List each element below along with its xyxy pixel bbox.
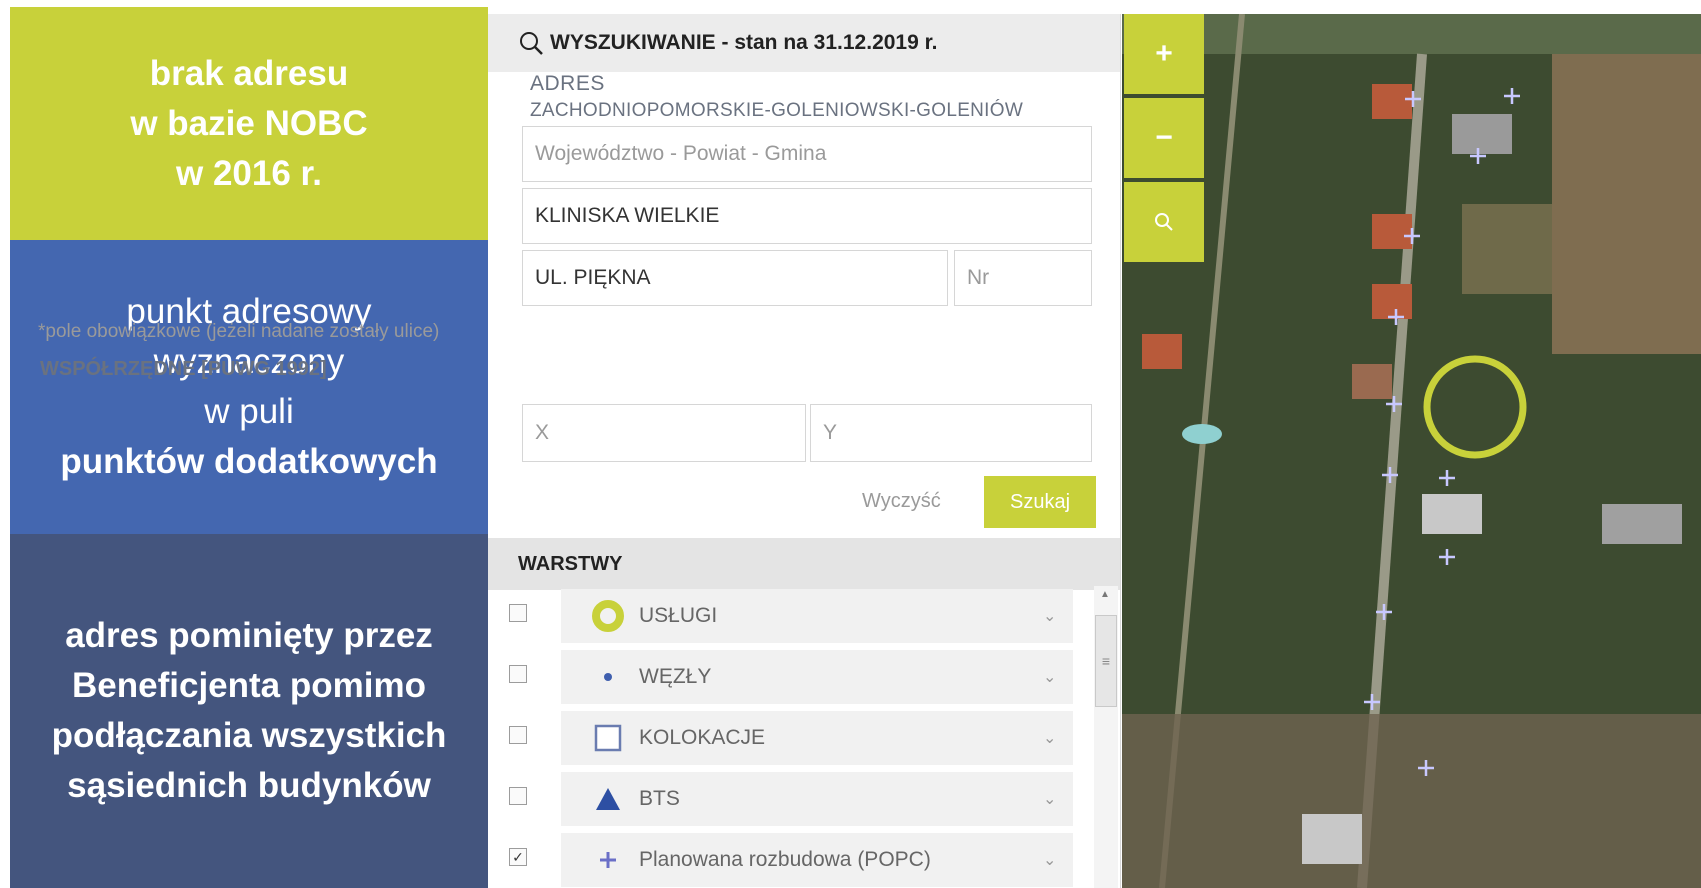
layer-item[interactable]: Planowana rozbudowa (POPC) ⌄: [561, 833, 1073, 887]
layer-checkbox[interactable]: [509, 604, 527, 622]
note-line: w bazie NOBC: [130, 103, 368, 143]
layer-row-services[interactable]: USŁUGI ⌄: [488, 586, 1078, 644]
square-outline-icon: [594, 724, 622, 752]
address-label: ADRES: [530, 72, 605, 95]
note-line: podłączania wszystkich: [51, 716, 447, 755]
zoom-out-button[interactable]: −: [1124, 98, 1204, 178]
layers-header: WARSTWY: [488, 538, 1120, 590]
layer-label: USŁUGI: [639, 604, 718, 627]
city-input[interactable]: [522, 188, 1092, 244]
x-coordinate-input[interactable]: [522, 404, 806, 462]
chevron-down-icon[interactable]: ⌄: [1043, 728, 1073, 748]
note-line-bold: punktów dodatkowych: [60, 442, 438, 481]
search-header: WYSZUKIWANIE - stan na 31.12.2019 r.: [488, 14, 1120, 72]
dot-icon: [604, 673, 612, 681]
note-line: w 2016 r.: [176, 153, 322, 193]
layer-checkbox[interactable]: [509, 787, 527, 805]
y-coordinate-input[interactable]: [810, 404, 1092, 462]
search-icon: [520, 32, 543, 55]
chevron-down-icon[interactable]: ⌄: [1043, 850, 1073, 870]
note-omitted-address: adres pominięty przez Beneficjenta pomim…: [10, 534, 488, 888]
triangle-icon: [596, 788, 620, 810]
planned-expansion-markers: [1364, 88, 1520, 776]
search-button[interactable]: Szukaj: [984, 476, 1096, 528]
layer-item[interactable]: KOLOKACJE ⌄: [561, 711, 1073, 765]
layer-label: BTS: [639, 787, 680, 810]
layer-label: WĘZŁY: [639, 665, 712, 688]
note-line: sąsiednich budynków: [67, 766, 431, 805]
search-title: WYSZUKIWANIE - stan na 31.12.2019 r.: [550, 31, 938, 54]
street-input[interactable]: [522, 250, 948, 306]
layer-row-bts[interactable]: BTS ⌄: [488, 769, 1078, 827]
layer-item[interactable]: USŁUGI ⌄: [561, 589, 1073, 643]
note-additional-point: punkt adresowy wyznaczony w puli punktów…: [10, 240, 488, 534]
chevron-down-icon[interactable]: ⌄: [1043, 606, 1073, 626]
highlight-circle: [1423, 355, 1527, 459]
layer-checkbox[interactable]: ✓: [509, 848, 527, 866]
layer-checkbox[interactable]: [509, 726, 527, 744]
number-input[interactable]: [954, 250, 1092, 306]
map-overlay: [1364, 88, 1527, 776]
required-hint: *pole obowiązkowe (jeżeli nadane zostały…: [38, 321, 440, 342]
scrollbar-thumb[interactable]: ≡: [1095, 615, 1117, 707]
layer-item[interactable]: WĘZŁY ⌄: [561, 650, 1073, 704]
coordinates-label: WSPÓŁRZĘDNE [PUWG 1992]: [40, 358, 327, 380]
layer-row-collocations[interactable]: KOLOKACJE ⌄: [488, 708, 1078, 766]
layer-checkbox[interactable]: [509, 665, 527, 683]
layer-label: KOLOKACJE: [639, 726, 766, 749]
scroll-up-icon[interactable]: ▲: [1100, 589, 1110, 600]
address-value: ZACHODNIOPOMORSKIE-GOLENIOWSKI-GOLENIÓW: [530, 100, 1024, 121]
note-line: Beneficjenta pomimo: [72, 666, 426, 705]
note-missing-address: brak adresu w bazie NOBC w 2016 r.: [10, 7, 488, 240]
zoom-in-button[interactable]: +: [1124, 14, 1204, 94]
layer-label: Planowana rozbudowa (POPC): [639, 848, 931, 871]
zoom-extent-button[interactable]: [1124, 182, 1204, 262]
plus-icon: [600, 852, 616, 868]
layer-row-nodes[interactable]: WĘZŁY ⌄: [488, 647, 1078, 705]
ring-icon: [592, 600, 624, 632]
clear-button[interactable]: Wyczyść: [862, 490, 941, 513]
region-input[interactable]: [522, 126, 1092, 182]
chevron-down-icon[interactable]: ⌄: [1043, 667, 1073, 687]
layer-item[interactable]: BTS ⌄: [561, 772, 1073, 826]
magnifier-icon: [1155, 213, 1173, 231]
chevron-down-icon[interactable]: ⌄: [1043, 789, 1073, 809]
note-line: w puli: [204, 392, 294, 431]
note-line: adres pominięty przez: [65, 616, 433, 655]
layer-row-planned-expansion[interactable]: ✓ Planowana rozbudowa (POPC) ⌄: [488, 830, 1078, 888]
note-line: brak adresu: [149, 53, 349, 93]
